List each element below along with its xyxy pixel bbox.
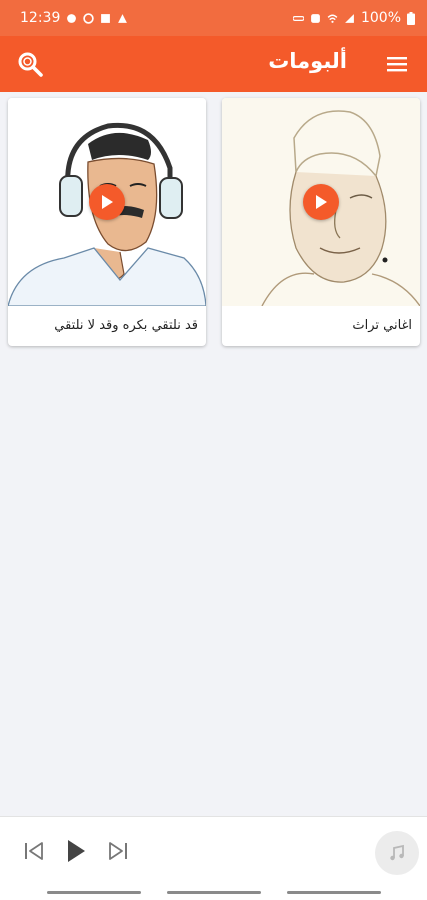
app-bar: ألبومات xyxy=(0,36,427,92)
search-icon[interactable] xyxy=(14,48,46,80)
status-time: 12:39 xyxy=(20,10,61,26)
mini-player xyxy=(0,816,427,884)
nav-home-pill[interactable] xyxy=(167,891,261,894)
album-title: اغاني تراث xyxy=(352,318,412,333)
battery-percent: 100% xyxy=(360,10,401,26)
status-bar: 12:39 100% xyxy=(0,0,427,36)
hamburger-menu-icon[interactable] xyxy=(381,48,413,80)
system-navigation-bar xyxy=(0,884,427,900)
wifi-icon xyxy=(327,13,338,23)
signal-icon xyxy=(345,13,354,23)
page-title: ألبومات xyxy=(268,49,347,73)
skip-previous-icon[interactable] xyxy=(20,837,48,865)
play-album-button[interactable] xyxy=(303,184,339,220)
album-cover xyxy=(8,98,206,306)
album-card[interactable]: اغاني تراث xyxy=(222,98,420,346)
status-left: 12:39 xyxy=(20,10,128,26)
nav-recents-pill[interactable] xyxy=(47,891,141,894)
nav-back-pill[interactable] xyxy=(287,891,381,894)
image-icon xyxy=(101,13,111,23)
album-title: قد نلتقي بكره وقد لا نلتقي xyxy=(54,318,198,333)
album-grid: اغاني تراث قد نلتقي بكره وقد لا نلتقي xyxy=(8,98,420,346)
notification-icon xyxy=(118,13,128,23)
play-icon[interactable] xyxy=(62,837,90,865)
album-card[interactable]: قد نلتقي بكره وقد لا نلتقي xyxy=(8,98,206,346)
album-cover xyxy=(222,98,420,306)
battery-icon xyxy=(407,11,415,25)
alarm-icon xyxy=(311,13,320,23)
skip-next-icon[interactable] xyxy=(104,837,132,865)
music-note-icon[interactable] xyxy=(375,831,419,875)
notification-icon xyxy=(67,13,77,23)
albums-list: اغاني تراث قد نلتقي بكره وقد لا نلتقي xyxy=(0,92,427,816)
status-right: 100% xyxy=(292,10,415,26)
play-album-button[interactable] xyxy=(89,184,125,220)
notification-icon xyxy=(83,12,95,24)
link-icon xyxy=(292,15,304,21)
